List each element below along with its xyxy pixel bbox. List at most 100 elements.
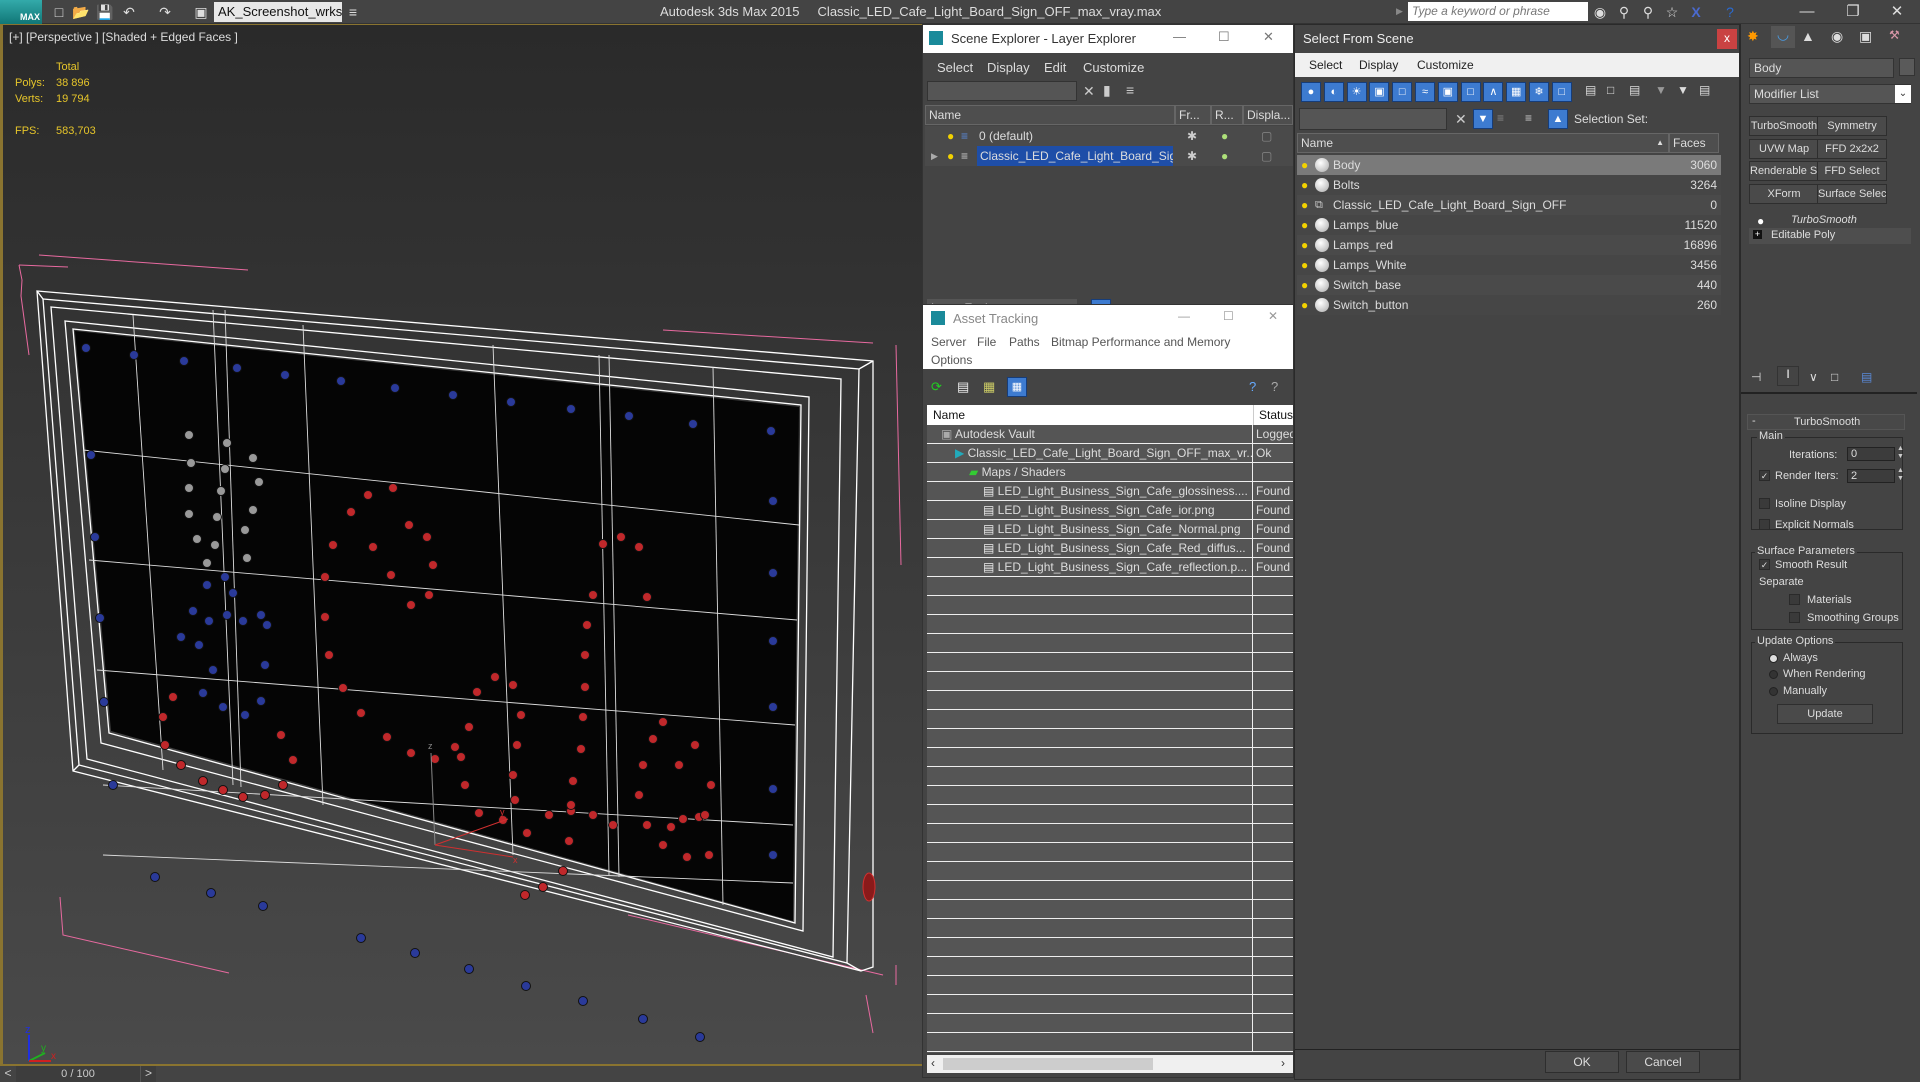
minimize-button[interactable]: —: [1784, 0, 1830, 24]
menu-options[interactable]: Options: [931, 353, 972, 367]
object-color-swatch[interactable]: [1899, 58, 1915, 76]
motion-tab-icon[interactable]: ◉: [1831, 28, 1843, 45]
filter-xrefs-icon[interactable]: □: [1460, 82, 1481, 102]
iterations-spinner[interactable]: 0: [1847, 447, 1895, 461]
cancel-button[interactable]: Cancel: [1626, 1051, 1700, 1073]
layer-row[interactable]: ▶ ● ≡ Classic_LED_Cafe_Light_Board_Sign_…: [925, 146, 1293, 166]
exchange-icon[interactable]: X: [1686, 2, 1706, 22]
restore-button[interactable]: ❐: [1830, 0, 1876, 24]
menu-display[interactable]: Display: [987, 60, 1030, 75]
menu-server[interactable]: Server: [931, 335, 966, 349]
satellite-icon[interactable]: ⚲: [1638, 2, 1658, 22]
stack-item-editable-poly[interactable]: + Editable Poly: [1749, 228, 1911, 244]
render-teapot-icon[interactable]: ●: [1221, 126, 1228, 146]
modifier-xform-button[interactable]: XForm: [1749, 183, 1819, 204]
scene-explorer-titlebar[interactable]: Scene Explorer - Layer Explorer — ☐ ✕: [923, 25, 1293, 53]
filter-selected-icon[interactable]: ▼: [1473, 109, 1493, 129]
asset-row[interactable]: ▤ LED_Light_Business_Sign_Cafe_ior.png Fo…: [927, 501, 1293, 520]
modifier-list-dropdown[interactable]: Modifier List: [1749, 84, 1911, 104]
project-folder-icon[interactable]: ▣: [192, 3, 210, 21]
filter-lights-icon[interactable]: ☀: [1346, 82, 1367, 102]
bulb-icon[interactable]: ●: [1301, 295, 1308, 315]
bulb-icon[interactable]: ●: [1301, 235, 1308, 255]
thumbnail-view-icon[interactable]: ▦: [983, 379, 995, 395]
table-view-icon[interactable]: ▦: [1007, 377, 1027, 397]
collapse-icon[interactable]: -: [1752, 415, 1756, 427]
time-slider[interactable]: < 0 / 100 >: [0, 1064, 922, 1082]
asset-row[interactable]: ▰ Maps / Shaders: [927, 463, 1293, 482]
update-manually-radio[interactable]: [1769, 687, 1778, 696]
display-none-icon[interactable]: □: [1607, 83, 1614, 97]
select-by-layer-icon[interactable]: ≡: [1497, 111, 1504, 125]
minimize-button[interactable]: —: [1178, 309, 1190, 323]
columns-icon[interactable]: ▤: [1699, 83, 1710, 97]
close-button[interactable]: x: [1717, 29, 1737, 49]
customize-toolbar-icon[interactable]: ≡: [344, 3, 362, 21]
display-box-icon[interactable]: ▢: [1261, 146, 1272, 166]
new-file-icon[interactable]: □: [50, 3, 68, 21]
lightbulb-icon[interactable]: ●: [1757, 214, 1764, 228]
filter-cameras-icon[interactable]: ▣: [1369, 82, 1390, 102]
favorites-star-icon[interactable]: ☆: [1662, 2, 1682, 22]
filter-containers-icon[interactable]: ▦: [1506, 82, 1527, 102]
bulb-icon[interactable]: ●: [1301, 175, 1308, 195]
sort-ascending-icon[interactable]: ▲: [1656, 134, 1664, 152]
column-freeze[interactable]: Fr...: [1175, 105, 1211, 125]
filter-icon[interactable]: ▼: [1655, 83, 1667, 97]
asset-row[interactable]: ▤ LED_Light_Business_Sign_Cafe_reflectio…: [927, 558, 1293, 577]
open-file-icon[interactable]: 📂: [72, 3, 90, 21]
column-status[interactable]: Status: [1259, 405, 1293, 425]
modifier-surface-select-button[interactable]: Surface Select: [1817, 183, 1887, 204]
help-icon[interactable]: ?: [1271, 379, 1278, 394]
horizontal-scrollbar[interactable]: ‹ ›: [927, 1055, 1293, 1073]
hierarchy-tab-icon[interactable]: ▲: [1801, 28, 1815, 44]
redo-icon[interactable]: ↷: [156, 3, 174, 21]
close-button[interactable]: ✕: [1874, 0, 1920, 24]
filter-space-warps-icon[interactable]: ≈: [1415, 82, 1435, 102]
binoculars-icon[interactable]: ◉: [1590, 2, 1610, 22]
filter-hidden-icon[interactable]: □: [1551, 82, 1572, 102]
object-row[interactable]: ● Lamps_blue 11520: [1297, 215, 1721, 235]
filter-shapes-icon[interactable]: ◐: [1323, 82, 1344, 102]
column-divider[interactable]: [1253, 405, 1254, 425]
layer-icon[interactable]: ≡: [1525, 111, 1532, 125]
expand-plus-icon[interactable]: +: [1753, 230, 1762, 239]
menu-edit[interactable]: Edit: [1044, 60, 1066, 75]
modifier-renderable-spline-button[interactable]: Renderable Spline: [1749, 161, 1819, 181]
make-unique-icon[interactable]: ∨: [1809, 370, 1818, 384]
show-end-result-icon[interactable]: I: [1777, 366, 1799, 386]
max-logo-button[interactable]: MAX: [0, 0, 42, 24]
modifier-symmetry-button[interactable]: Symmetry: [1817, 116, 1887, 136]
display-tab-icon[interactable]: ▣: [1859, 28, 1872, 45]
spinner-arrows-icon[interactable]: ▲ ▼: [1897, 445, 1904, 461]
bulb-icon[interactable]: ●: [1301, 155, 1308, 175]
smooth-result-checkbox[interactable]: ✓: [1759, 559, 1770, 570]
create-tab-icon[interactable]: ✸: [1747, 28, 1759, 45]
menu-customize[interactable]: Customize: [1417, 58, 1474, 72]
create-layer-icon[interactable]: ≡: [1126, 82, 1134, 98]
object-row[interactable]: ● ⧉ Classic_LED_Cafe_Light_Board_Sign_OFF 0: [1297, 195, 1721, 215]
smoothing-groups-checkbox[interactable]: [1789, 612, 1800, 623]
display-all-icon[interactable]: ▤: [1585, 83, 1596, 97]
asset-row[interactable]: ▤ LED_Light_Business_Sign_Cafe_Red_diffu…: [927, 539, 1293, 558]
sign-model-wireframe[interactable]: z y x z y x: [3, 25, 925, 1065]
asset-row[interactable]: ▣ Autodesk Vault Logged: [927, 425, 1293, 444]
maximize-button[interactable]: ☐: [1218, 29, 1230, 45]
object-row[interactable]: ● Lamps_White 3456: [1297, 255, 1721, 275]
column-name[interactable]: Name ▲: [1297, 133, 1669, 153]
add-layer-icon[interactable]: ▮: [1103, 82, 1111, 99]
object-row[interactable]: ● Switch_base 440: [1297, 275, 1721, 295]
remove-modifier-icon[interactable]: □: [1831, 370, 1838, 384]
menu-customize[interactable]: Customize: [1083, 60, 1144, 75]
bulb-icon[interactable]: ●: [1301, 215, 1308, 235]
help-icon[interactable]: ?: [1720, 2, 1740, 22]
workspace-dropdown[interactable]: AK_Screenshot_wrksp: [214, 2, 342, 22]
configure-sets-icon[interactable]: ▤: [1861, 370, 1872, 384]
bulb-icon[interactable]: ●: [1301, 255, 1308, 275]
bulb-icon[interactable]: ●: [1301, 195, 1308, 215]
scroll-right-icon[interactable]: ›: [1281, 1056, 1285, 1070]
bulb-icon[interactable]: ●: [947, 146, 954, 166]
explicit-normals-checkbox[interactable]: [1759, 519, 1770, 530]
close-button[interactable]: ✕: [1263, 29, 1274, 45]
scene-explorer-search[interactable]: [927, 81, 1077, 101]
